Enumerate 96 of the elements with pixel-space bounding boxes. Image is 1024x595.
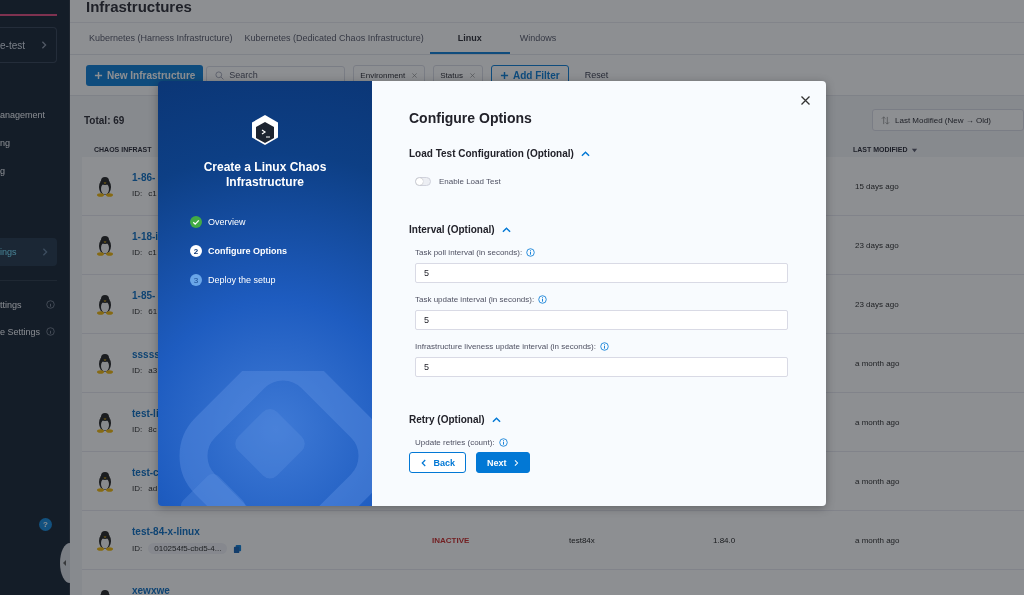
nav-item[interactable]: ng <box>0 129 57 157</box>
page-title: Infrastructures <box>70 0 1024 22</box>
field-label: Infrastructure liveness update interval (in seconds): <box>415 341 596 351</box>
tab[interactable]: Windows <box>509 23 567 54</box>
total-count: Total: 69 <box>84 114 125 126</box>
next-button[interactable]: Next <box>476 452 530 473</box>
copy-icon <box>233 543 243 554</box>
info-icon <box>538 294 548 304</box>
step-label[interactable]: Deploy the setup <box>208 275 276 285</box>
search-icon <box>215 70 225 80</box>
id-value: 010254f5-cbd5-4... <box>148 543 228 554</box>
info-icon <box>526 247 536 257</box>
nav-item[interactable]: g <box>0 157 57 185</box>
section-title[interactable]: Retry (Optional) <box>409 414 485 425</box>
sort-dropdown[interactable]: Last Modified (New → Old) <box>872 109 1024 131</box>
chevron-left-icon <box>420 457 428 468</box>
infrastructure-name-link[interactable]: test-c <box>132 467 159 478</box>
close-icon <box>411 71 419 79</box>
nav-item[interactable]: ings <box>0 238 57 266</box>
table-cell-text: a month ago <box>855 535 901 545</box>
table-cell-text: a month ago <box>855 476 901 486</box>
table-cell-text: a month ago <box>855 358 901 368</box>
toggle-label: Enable Load Test <box>439 176 501 186</box>
info-icon <box>600 341 609 351</box>
id-label: ID: <box>132 307 143 316</box>
id-value: c1 <box>148 189 157 198</box>
tab[interactable]: Kubernetes (Harness Infrastructure) <box>83 23 239 54</box>
field-label: Task poll interval (in seconds): <box>415 247 523 257</box>
status-label: INACTIVE <box>432 535 471 545</box>
step-number: 2 <box>190 245 202 257</box>
nav-item[interactable]: anagement <box>0 101 57 129</box>
table-cell-text: 23 days ago <box>855 240 900 250</box>
id-value: ad <box>148 484 158 493</box>
penguin-icon <box>96 293 114 315</box>
infrastructure-name-link[interactable]: test-li <box>132 408 159 419</box>
table-cell-text: 23 days ago <box>855 299 900 309</box>
collapse-handle-icon <box>60 543 70 583</box>
id-value: a3 <box>148 366 158 375</box>
id-label: ID: <box>132 425 143 434</box>
close-button[interactable] <box>800 95 811 106</box>
new-infrastructure-button[interactable]: New Infrastructure <box>86 64 204 86</box>
infrastructure-name-link[interactable]: xewxwe <box>132 585 170 595</box>
chevron-right-icon <box>512 457 519 468</box>
table-cell-text: 1.84.0 <box>713 535 737 545</box>
field-label: Update retries (count): <box>415 437 495 447</box>
id-label: ID: <box>132 544 143 553</box>
plus-icon <box>499 70 509 80</box>
close-icon <box>800 95 811 106</box>
section-heading: Configure Options <box>409 110 533 126</box>
field-label: Task update interval (in seconds): <box>415 294 535 304</box>
infrastructure-name-link[interactable]: test-84-x-linux <box>132 526 200 537</box>
id-value: c1 <box>148 248 157 257</box>
nav-item[interactable]: ttings <box>0 291 69 318</box>
id-label: ID: <box>132 484 143 493</box>
reset-link[interactable]: Reset <box>584 70 609 80</box>
chevron-right-icon <box>40 40 48 50</box>
step-label[interactable]: Overview <box>208 217 246 227</box>
info-icon <box>46 327 55 336</box>
section-title[interactable]: Load Test Configuration (Optional) <box>409 148 574 159</box>
number-input[interactable]: 5 <box>415 263 788 283</box>
id-value: 61 <box>148 307 158 316</box>
id-label: ID: <box>132 189 143 198</box>
section-title[interactable]: Interval (Optional) <box>409 224 495 235</box>
chevron-right-icon <box>41 247 49 257</box>
number-input[interactable]: 5 <box>415 310 788 330</box>
penguin-icon <box>96 411 114 433</box>
plus-icon <box>94 70 103 80</box>
penguin-icon <box>96 234 114 256</box>
table-cell-text: a month ago <box>855 417 901 427</box>
info-icon <box>498 437 508 447</box>
close-icon <box>468 71 476 79</box>
number-input[interactable]: 5 <box>415 357 788 377</box>
id-value: 8c <box>148 425 157 434</box>
project-selector[interactable]: e-test <box>0 27 57 63</box>
info-icon <box>46 300 55 309</box>
nav-item[interactable]: e Settings <box>0 318 69 345</box>
terminal-cube-icon <box>250 114 280 146</box>
table-cell-text: test84x <box>569 535 596 545</box>
sort-icon <box>881 115 890 125</box>
step-label[interactable]: Configure Options <box>208 246 287 256</box>
infrastructure-name-link[interactable]: 1-86- <box>132 172 156 183</box>
id-label: ID: <box>132 248 143 257</box>
step-number: 3 <box>190 274 202 286</box>
toggle-switch[interactable] <box>415 176 431 186</box>
back-button[interactable]: Back <box>409 452 466 473</box>
modal-title: Create a Linux Chaos Infrastructure <box>202 160 328 190</box>
infrastructure-name-link[interactable]: 1-85- <box>132 290 156 301</box>
penguin-icon <box>96 470 114 492</box>
id-label: ID: <box>132 366 143 375</box>
penguin-icon <box>96 175 114 197</box>
penguin-icon <box>96 352 114 374</box>
help-badge[interactable]: ? <box>39 518 52 531</box>
infrastructure-name-link[interactable]: 1-18-i <box>132 231 159 242</box>
table-cell-text: 15 days ago <box>855 181 900 191</box>
penguin-icon <box>96 529 114 551</box>
tab[interactable]: Kubernetes (Dedicated Chaos Infrastructure) <box>238 23 430 54</box>
